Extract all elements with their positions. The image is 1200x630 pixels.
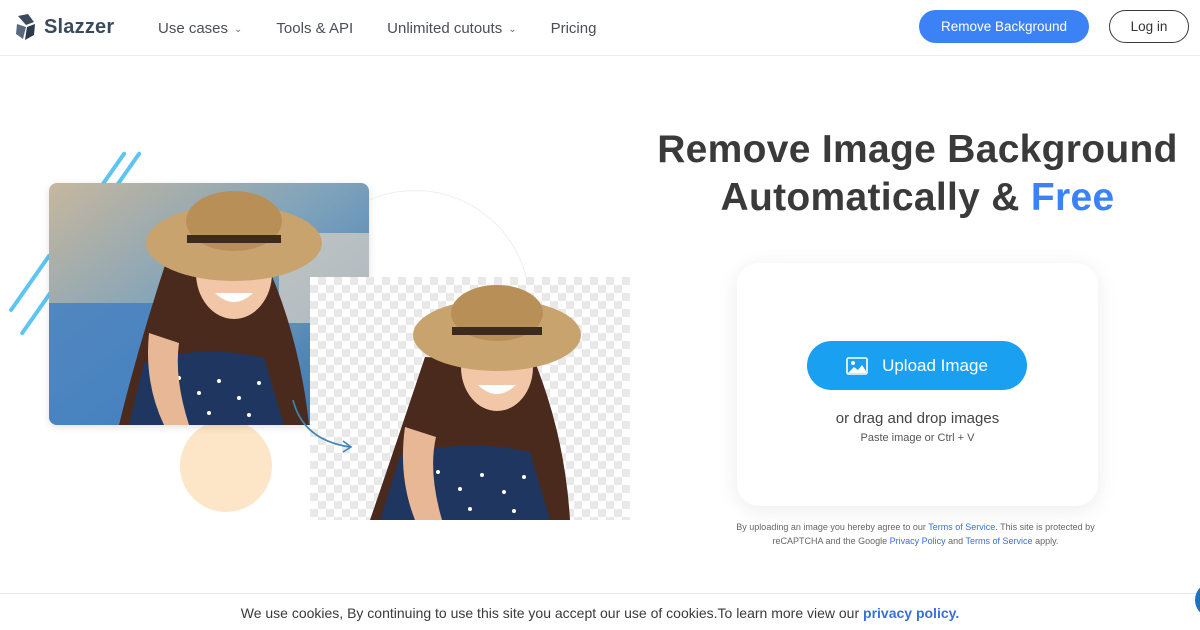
site-header: Slazzer Use cases ⌄ Tools & API Unlimite… [0,0,1200,56]
chevron-down-icon: ⌄ [508,23,517,35]
remove-background-button[interactable]: Remove Background [919,10,1089,43]
upload-card[interactable]: Upload Image or drag and drop images Pas… [737,263,1098,506]
legal-text-1: By uploading an image you hereby agree t… [736,522,926,532]
legal-notice: By uploading an image you hereby agree t… [728,520,1103,548]
cookie-text: We use cookies, By continuing to use thi… [240,605,860,621]
privacy-policy-link[interactable]: Privacy Policy [890,536,946,546]
drag-drop-text: or drag and drop images [835,410,1000,427]
cookie-bar: We use cookies, By continuing to use thi… [0,593,1200,630]
legal-text-4: apply. [1035,536,1059,546]
cutout-photo [310,277,630,520]
paste-hint-text: Paste image or Ctrl + V [860,432,975,444]
nav-use-cases[interactable]: Use cases ⌄ [158,20,242,37]
chevron-down-icon: ⌄ [234,23,243,35]
nav-pricing[interactable]: Pricing [551,20,597,37]
legal-text-3: and [948,536,964,546]
nav-tools-api[interactable]: Tools & API [276,20,353,37]
headline-line-1: Remove Image Background [657,128,1178,171]
nav-unlimited-cutouts-label: Unlimited cutouts [387,19,503,37]
terms-of-service-link[interactable]: Terms of Service [928,522,995,532]
login-button[interactable]: Log in [1109,10,1189,43]
cookie-privacy-link[interactable]: privacy policy. [863,605,959,621]
upload-image-label: Upload Image [882,355,988,375]
terms-of-service-link-2[interactable]: Terms of Service [966,536,1033,546]
logo-text: Slazzer [44,15,115,38]
nav-use-cases-label: Use cases [158,19,229,37]
nav-tools-api-label: Tools & API [276,19,354,37]
slazzer-logo-icon [16,14,35,40]
nav-unlimited-cutouts[interactable]: Unlimited cutouts ⌄ [387,20,516,37]
nav-pricing-label: Pricing [550,19,597,37]
headline-line-2: Automatically & [720,176,1020,219]
decor-stripe [8,253,52,313]
headline-accent: Free [1030,176,1115,219]
hero-headline: Remove Image Background Automatically & … [640,126,1195,222]
upload-image-button[interactable]: Upload Image [807,341,1027,390]
arrow-icon [292,399,353,453]
image-icon [846,356,868,375]
logo[interactable]: Slazzer [14,12,114,42]
main-nav: Use cases ⌄ Tools & API Unlimited cutout… [158,0,630,56]
decor-peach-circle [180,420,272,512]
